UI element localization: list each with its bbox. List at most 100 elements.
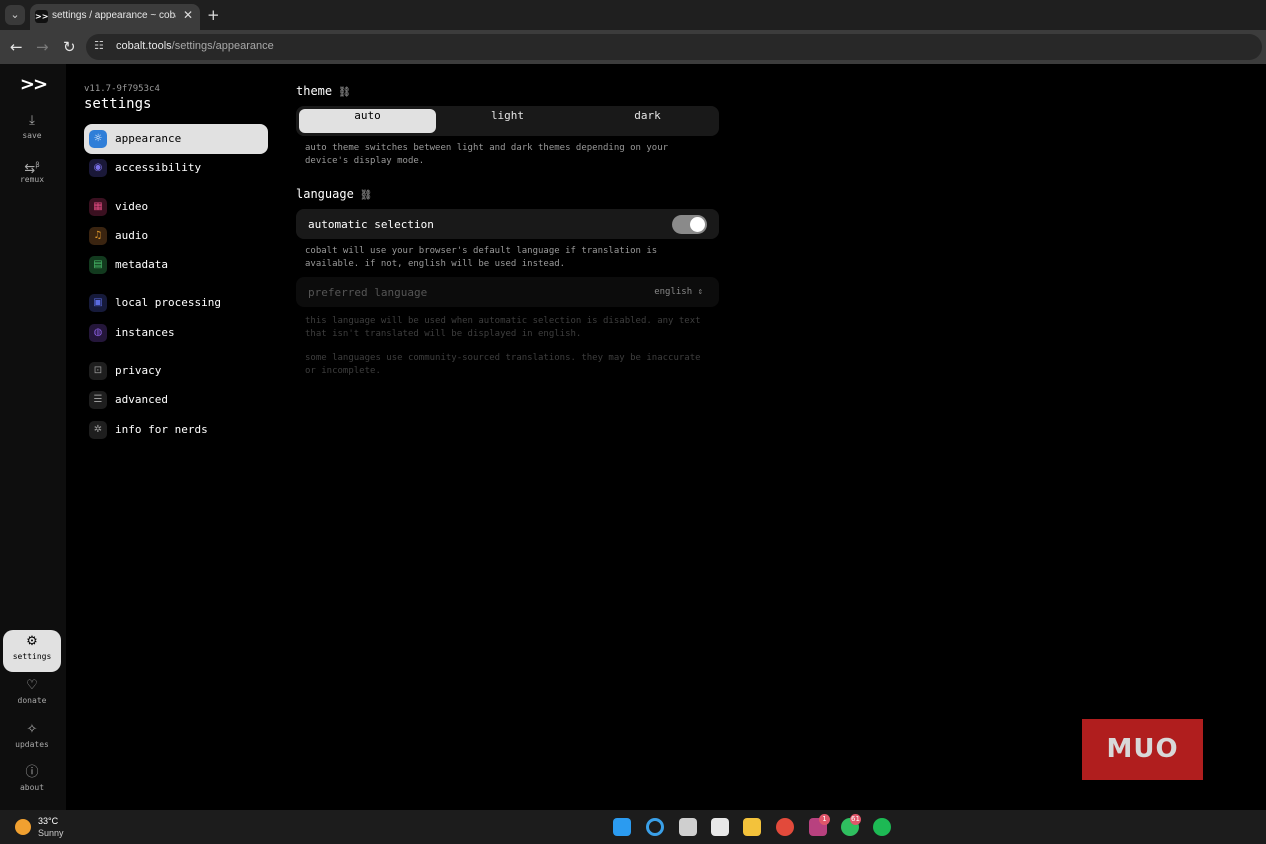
search-icon[interactable] xyxy=(646,818,664,836)
rail-item-label: about xyxy=(19,783,45,792)
settings-item-video[interactable]: ▦ video xyxy=(84,192,268,222)
settings-item-label: appearance xyxy=(115,132,182,145)
sidebar-rail: >> ⤓ save ⇆β remux ⚙ settings ♡ donate ✧… xyxy=(0,64,66,810)
automatic-selection-toggle[interactable] xyxy=(672,215,707,234)
preferred-language-label: preferred language xyxy=(308,286,428,299)
download-icon: ⤓ xyxy=(29,113,35,128)
accessibility-icon: ◉ xyxy=(89,159,107,177)
chevron-updown-icon: ⇕ xyxy=(697,287,703,297)
tab-close-icon[interactable]: ✕ xyxy=(183,8,193,22)
store-icon[interactable] xyxy=(711,818,729,836)
settings-item-instances[interactable]: ◍ instances xyxy=(84,318,268,348)
cobalt-logo[interactable]: >> xyxy=(0,74,66,95)
windows-taskbar: 33°C Sunny 1 61 xyxy=(0,810,1266,844)
rail-item-about[interactable]: ⓘ about xyxy=(3,761,61,803)
rail-item-updates[interactable]: ✧ updates xyxy=(3,718,61,760)
theme-switcher: auto light dark xyxy=(296,106,719,136)
bug-icon: ✲ xyxy=(89,421,107,439)
sun-weather-icon[interactable] xyxy=(15,819,31,835)
file-icon: ▤ xyxy=(89,256,107,274)
theme-option-light[interactable]: light xyxy=(439,109,576,133)
heart-icon: ♡ xyxy=(26,678,38,693)
sun-icon: ☼ xyxy=(89,130,107,148)
gear-icon: ⚙ xyxy=(26,634,38,649)
tab-favicon: >> xyxy=(35,10,49,23)
theme-description: auto theme switches between light and da… xyxy=(305,143,669,166)
browser-toolbar: ← → ↻ ☷ cobalt.tools/settings/appearance xyxy=(0,30,1266,64)
sparkle-icon: ✧ xyxy=(26,722,38,737)
settings-item-label: privacy xyxy=(115,364,162,377)
rail-item-save[interactable]: ⤓ save xyxy=(3,109,61,151)
preferred-language-text: english xyxy=(654,287,693,297)
language-title: language xyxy=(296,187,354,201)
rail-item-donate[interactable]: ♡ donate xyxy=(3,674,61,716)
toggle-knob xyxy=(690,217,705,232)
settings-item-local-processing[interactable]: ▣ local processing xyxy=(84,288,268,318)
settings-item-audio[interactable]: ♫ audio xyxy=(84,221,268,251)
file-explorer-icon[interactable] xyxy=(743,818,761,836)
settings-item-label: audio xyxy=(115,229,149,242)
site-info-icon[interactable]: ☷ xyxy=(94,39,104,52)
browser-tab-strip: ⌄ >> settings / appearance ~ cobalt ✕ + xyxy=(0,0,1266,30)
settings-item-accessibility[interactable]: ◉ accessibility xyxy=(84,153,268,183)
theme-option-dark[interactable]: dark xyxy=(579,109,716,133)
rail-item-label: remux xyxy=(19,175,45,184)
language-section-title: language ⛓ xyxy=(296,187,373,201)
settings-item-label: video xyxy=(115,200,149,213)
preferred-language-select[interactable]: preferred language english ⇕ xyxy=(296,277,719,307)
link-icon[interactable]: ⛓ xyxy=(360,190,373,201)
automatic-selection-description: cobalt will use your browser's default l… xyxy=(305,246,658,269)
settings-item-advanced[interactable]: ☰ advanced xyxy=(84,385,268,415)
whatsapp-badge: 61 xyxy=(850,814,861,825)
settings-item-label: instances xyxy=(115,326,175,339)
browser-tab[interactable]: >> settings / appearance ~ cobalt ✕ xyxy=(30,4,200,30)
settings-item-privacy[interactable]: ⊡ privacy xyxy=(84,356,268,386)
settings-item-label: advanced xyxy=(115,393,168,406)
url-text: cobalt.tools/settings/appearance xyxy=(116,40,274,52)
windows-start-icon[interactable] xyxy=(613,818,631,836)
rail-item-label: settings xyxy=(12,652,52,661)
rail-item-label: updates xyxy=(15,740,49,749)
chrome-icon[interactable] xyxy=(776,818,794,836)
settings-item-label: metadata xyxy=(115,258,168,271)
remux-icon: ⇆β xyxy=(3,157,61,176)
automatic-selection-row[interactable]: automatic selection xyxy=(296,209,719,239)
settings-item-label: info for nerds xyxy=(115,423,208,436)
theme-section-title: theme ⛓ xyxy=(296,84,351,98)
beta-badge: β xyxy=(35,161,40,169)
tab-search-icon[interactable]: ⌄ xyxy=(5,5,25,25)
theme-title: theme xyxy=(296,84,333,98)
version-label: v11.7-9f7953c4 xyxy=(84,84,160,94)
url-host: cobalt.tools xyxy=(116,40,172,52)
rail-item-settings[interactable]: ⚙ settings xyxy=(3,630,61,672)
automatic-selection-label: automatic selection xyxy=(308,218,434,231)
settings-item-info-for-nerds[interactable]: ✲ info for nerds xyxy=(84,415,268,445)
rail-item-label: save xyxy=(22,131,42,140)
settings-item-label: accessibility xyxy=(115,161,202,174)
weather-temperature: 33°C xyxy=(38,816,59,826)
page-title: settings xyxy=(84,96,152,112)
forward-icon[interactable]: → xyxy=(36,38,49,56)
info-icon: ⓘ xyxy=(25,765,39,780)
link-icon[interactable]: ⛓ xyxy=(338,87,351,98)
reload-icon[interactable]: ↻ xyxy=(63,38,76,56)
back-icon[interactable]: ← xyxy=(10,38,23,56)
tab-title: settings / appearance ~ cobalt xyxy=(52,10,176,21)
lock-icon: ⊡ xyxy=(89,362,107,380)
rail-item-label: donate xyxy=(17,696,47,705)
preferred-language-value: english ⇕ xyxy=(654,287,703,297)
globe-icon: ◍ xyxy=(89,324,107,342)
theme-option-auto[interactable]: auto xyxy=(299,109,436,133)
muo-watermark-logo: MUO xyxy=(1082,719,1203,780)
settings-item-appearance[interactable]: ☼ appearance xyxy=(84,124,268,154)
task-view-icon[interactable] xyxy=(679,818,697,836)
sliders-icon: ☰ xyxy=(89,391,107,409)
new-tab-button[interactable]: + xyxy=(207,6,220,24)
spotify-icon[interactable] xyxy=(873,818,891,836)
settings-item-metadata[interactable]: ▤ metadata xyxy=(84,250,268,280)
cobalt-app: >> ⤓ save ⇆β remux ⚙ settings ♡ donate ✧… xyxy=(0,64,1266,810)
url-path: /settings/appearance xyxy=(171,40,274,52)
rail-item-remux[interactable]: ⇆β remux xyxy=(3,153,61,195)
settings-item-label: local processing xyxy=(115,296,221,309)
address-bar[interactable]: ☷ cobalt.tools/settings/appearance xyxy=(86,34,1262,60)
